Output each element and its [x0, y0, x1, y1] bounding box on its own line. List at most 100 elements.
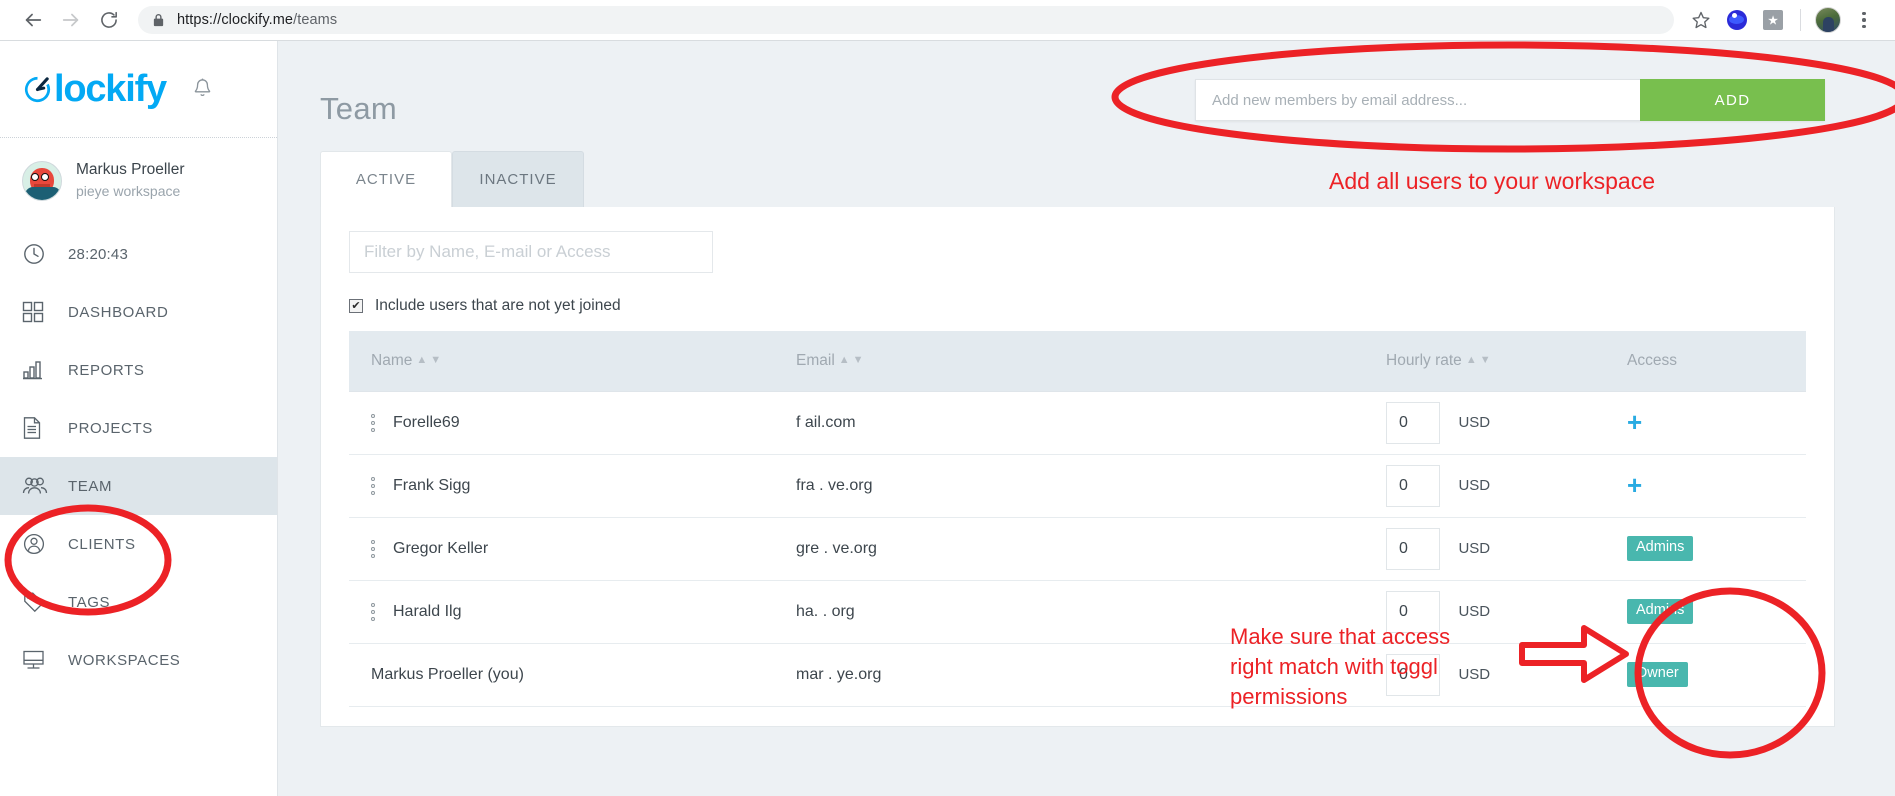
table-header-row: Name ▲ ▼ Email ▲ ▼ Hourly rate ▲ ▼ Access — [349, 331, 1806, 392]
star-icon[interactable] — [1684, 3, 1718, 37]
sidebar-user-workspace: pieye workspace — [76, 182, 181, 199]
sort-carets-icon[interactable]: ▲ ▼ — [416, 355, 441, 366]
three-dot-menu-icon[interactable] — [1847, 3, 1881, 37]
sidebar-item-clients[interactable]: CLIENTS — [0, 515, 277, 573]
tab-inactive[interactable]: INACTIVE — [452, 151, 584, 207]
address-bar[interactable]: https://clockify.me/teams — [138, 6, 1674, 34]
hourly-rate-input[interactable] — [1386, 527, 1440, 570]
sidebar-item-label: PROJECTS — [68, 419, 153, 437]
cell-hourly-rate: USD — [1364, 454, 1619, 518]
filter-input[interactable] — [349, 231, 713, 273]
team-card: ✔ Include users that are not yet joined … — [320, 207, 1835, 727]
tag-icon — [22, 590, 52, 614]
member-email: f ail.com — [796, 413, 856, 431]
cell-email: fra . ve.org — [774, 454, 1364, 518]
profile-avatar[interactable] — [1811, 3, 1845, 37]
row-menu-icon[interactable] — [371, 602, 375, 621]
sidebar-item-reports[interactable]: REPORTS — [0, 341, 277, 399]
sidebar-item-label: TAGS — [68, 593, 111, 611]
include-unjoined-checkbox[interactable]: ✔ — [349, 299, 363, 313]
sidebar-user[interactable]: Markus Proeller pieye workspace — [0, 138, 277, 223]
sidebar-item-tags[interactable]: TAGS — [0, 573, 277, 631]
column-header-hourly-rate[interactable]: Hourly rate ▲ ▼ — [1364, 331, 1619, 392]
sidebar-item-projects[interactable]: PROJECTS — [0, 399, 277, 457]
currency-label: USD — [1458, 414, 1491, 431]
team-table: Name ▲ ▼ Email ▲ ▼ Hourly rate ▲ ▼ Access — [349, 331, 1806, 707]
add-members-box: ADD — [1195, 79, 1825, 121]
column-header-name[interactable]: Name ▲ ▼ — [349, 331, 774, 392]
include-unjoined-row[interactable]: ✔ Include users that are not yet joined — [349, 297, 1806, 315]
add-members-input[interactable] — [1195, 79, 1640, 121]
cell-email: f ail.com — [774, 391, 1364, 455]
sidebar-item-label: WORKSPACES — [68, 651, 181, 669]
url-path: /teams — [293, 12, 338, 28]
access-badge[interactable]: Admins — [1627, 536, 1694, 561]
currency-label: USD — [1458, 666, 1491, 683]
cell-hourly-rate: USD — [1364, 580, 1619, 644]
column-label: Access — [1627, 351, 1677, 369]
cell-access: + — [1619, 391, 1806, 455]
clock-icon — [22, 242, 52, 266]
monitor-icon — [22, 649, 52, 671]
column-header-access: Access — [1619, 331, 1806, 392]
cell-email: gre . ve.org — [774, 517, 1364, 581]
hourly-rate-input[interactable] — [1386, 590, 1440, 633]
cell-access: Owner — [1619, 643, 1806, 707]
browser-toolbar: https://clockify.me/teams ★ — [0, 0, 1895, 40]
table-row: Frank Sigg fra . ve.org USD + — [349, 454, 1806, 518]
member-email: mar . ye.org — [796, 665, 882, 683]
sidebar: lockify Markus Proeller pieye workspace … — [0, 41, 278, 796]
sidebar-user-name: Markus Proeller — [76, 161, 185, 178]
sidebar-item-label: DASHBOARD — [68, 303, 169, 321]
hourly-rate-input[interactable] — [1386, 464, 1440, 507]
add-access-icon[interactable]: + — [1627, 470, 1642, 500]
sort-carets-icon[interactable]: ▲ ▼ — [839, 355, 864, 366]
cell-name: Forelle69 — [349, 391, 774, 455]
currency-label: USD — [1458, 477, 1491, 494]
clockify-logo[interactable]: lockify — [22, 70, 167, 108]
cell-email: mar . ye.org — [774, 643, 1364, 707]
row-menu-icon[interactable] — [371, 539, 375, 558]
cell-name: Markus Proeller (you) — [349, 643, 774, 707]
tab-active[interactable]: ACTIVE — [320, 151, 452, 207]
person-circle-icon — [22, 532, 52, 556]
browser-reload-button[interactable] — [90, 1, 128, 39]
member-email: gre . ve.org — [796, 539, 877, 557]
hourly-rate-input[interactable] — [1386, 401, 1440, 444]
sidebar-item-timer[interactable]: 28:20:43 — [0, 225, 277, 283]
access-badge[interactable]: Owner — [1627, 662, 1688, 687]
add-access-icon[interactable]: + — [1627, 407, 1642, 437]
extension-blue-icon[interactable] — [1720, 3, 1754, 37]
cell-hourly-rate: USD — [1364, 391, 1619, 455]
grid-icon — [22, 301, 52, 323]
member-email: ha. . org — [796, 602, 855, 620]
row-menu-icon[interactable] — [371, 413, 375, 432]
member-name: Harald Ilg — [393, 602, 462, 620]
brand-row: lockify — [0, 41, 277, 138]
page-header: Team ADD — [278, 41, 1895, 127]
sidebar-nav: 28:20:43 DASHBOARD REPORTS PROJECTS TEAM… — [0, 223, 277, 689]
column-label: Name — [371, 351, 413, 369]
browser-back-button[interactable] — [14, 1, 52, 39]
extension-gray-icon[interactable]: ★ — [1756, 3, 1790, 37]
browser-forward-button[interactable] — [52, 1, 90, 39]
column-header-email[interactable]: Email ▲ ▼ — [774, 331, 1364, 392]
row-menu-icon[interactable] — [371, 476, 375, 495]
sidebar-item-workspaces[interactable]: WORKSPACES — [0, 631, 277, 689]
sidebar-item-label: TEAM — [68, 477, 113, 495]
cell-access: + — [1619, 454, 1806, 518]
table-row: Markus Proeller (you) mar . ye.org USD O — [349, 643, 1806, 707]
sidebar-item-dashboard[interactable]: DASHBOARD — [0, 283, 277, 341]
sidebar-item-label: 28:20:43 — [68, 245, 128, 263]
add-members-button[interactable]: ADD — [1640, 79, 1825, 121]
cell-email: ha. . org — [774, 580, 1364, 644]
cell-name: Frank Sigg — [349, 454, 774, 518]
bell-icon[interactable] — [192, 77, 213, 105]
access-badge[interactable]: Admins — [1627, 599, 1694, 624]
member-name: Gregor Keller — [393, 539, 489, 557]
bar-chart-icon — [22, 359, 52, 381]
sidebar-item-team[interactable]: TEAM — [0, 457, 277, 516]
hourly-rate-input[interactable] — [1386, 653, 1440, 696]
sort-carets-icon[interactable]: ▲ ▼ — [1466, 355, 1491, 366]
team-tabs: ACTIVE INACTIVE — [278, 151, 1895, 207]
